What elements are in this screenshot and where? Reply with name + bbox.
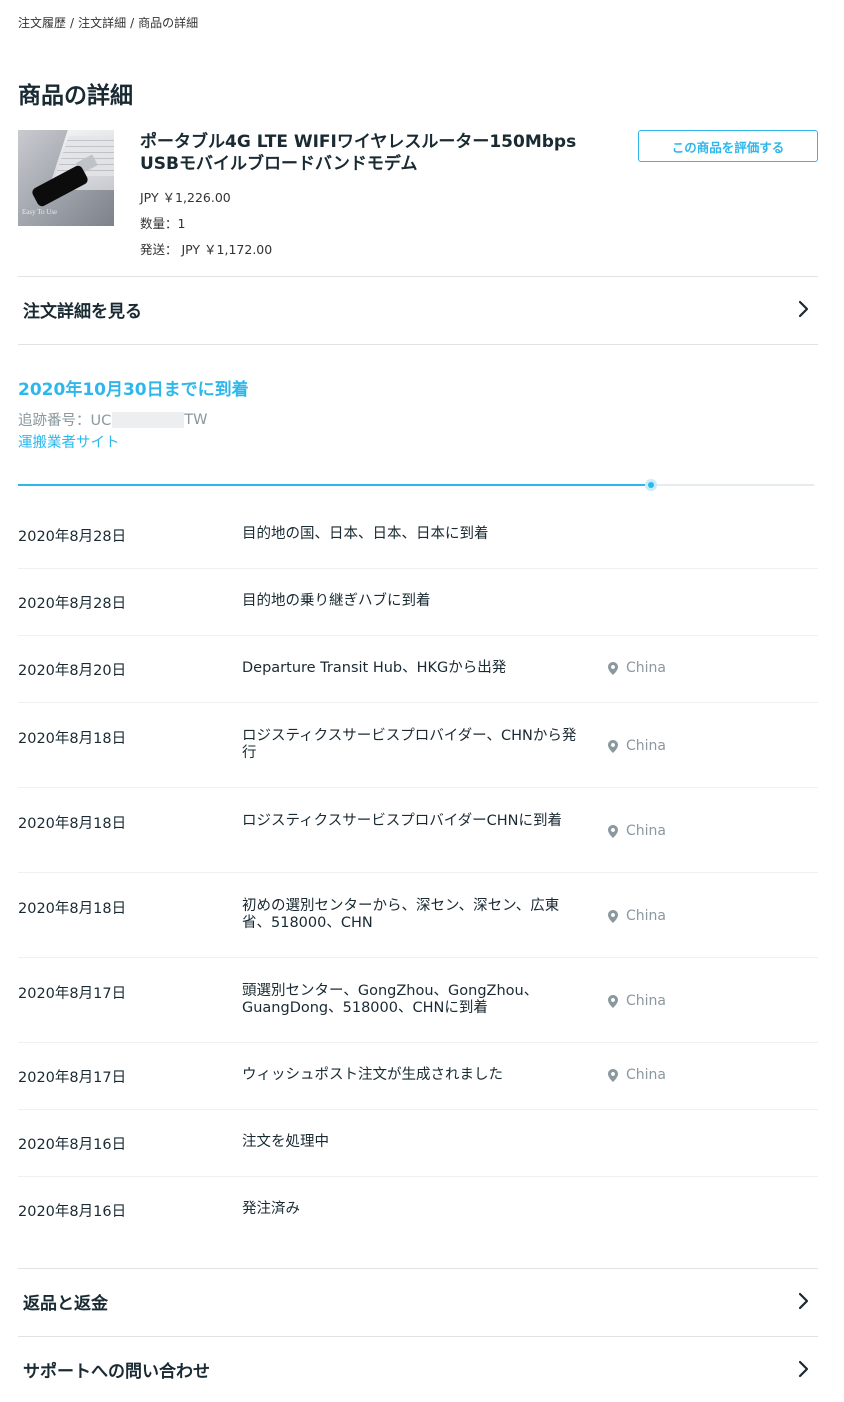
tracking-event-row: 2020年8月16日 注文を処理中 — [18, 1110, 818, 1177]
tracking-event-location-label: China — [626, 1067, 666, 1083]
tracking-number-prefix: 追跡番号：UC — [18, 413, 112, 429]
breadcrumb-order-history[interactable]: 注文履歴 — [18, 16, 66, 30]
shipping-progress-marker — [645, 479, 657, 491]
tracking-event-description: ウィッシュポスト注文が生成されました — [242, 1067, 503, 1083]
tracking-event-location-label: China — [626, 660, 666, 676]
breadcrumb-separator: / — [130, 16, 135, 30]
carrier-site-link[interactable]: 運搬業者サイト — [18, 431, 120, 452]
location-pin-icon — [608, 994, 618, 1008]
product-price: JPY ￥1,226.00 — [140, 190, 231, 205]
breadcrumb-order-details[interactable]: 注文詳細 — [78, 16, 126, 30]
tracking-event-location: China — [608, 993, 666, 1009]
tracking-number-masked — [112, 411, 185, 428]
tracking-event-location: China — [608, 823, 666, 839]
tracking-event-description: 目的地の国、日本、日本、日本に到着 — [242, 526, 489, 542]
location-pin-icon — [608, 824, 618, 838]
tracking-event-date: 2020年8月18日 — [18, 901, 127, 917]
returns-refunds-link[interactable]: 返品と返金 — [18, 1269, 818, 1333]
tracking-event-location: China — [608, 908, 666, 924]
tracking-event-description: 頭選別センター、GongZhou、GongZhou、GuangDong、5180… — [242, 983, 539, 1016]
product-title[interactable]: ポータブル4G LTE WIFIワイヤレスルーター150Mbps USBモバイル… — [140, 131, 620, 175]
tracking-event-description: ロジスティクスサービスプロバイダーCHNに到着 — [242, 813, 562, 829]
shipping-progress-bar — [18, 479, 814, 491]
tracking-event-location-label: China — [626, 738, 666, 754]
view-order-details-label: 注文詳細を見る — [23, 301, 142, 322]
tracking-event-row: 2020年8月20日 Departure Transit Hub、HKGから出発 C… — [18, 636, 818, 703]
tracking-event-row: 2020年8月18日 ロジスティクスサービスプロバイダー、CHNから発行 China — [18, 703, 818, 788]
tracking-number-suffix: TW — [184, 411, 208, 428]
location-pin-icon — [608, 661, 618, 675]
tracking-event-date: 2020年8月18日 — [18, 816, 127, 832]
product-quantity: 数量：1 — [140, 216, 186, 231]
tracking-event-location-label: China — [626, 993, 666, 1009]
tracking-event-row: 2020年8月18日 初めの選別センターから、深セン、深セン、広東省、518000… — [18, 873, 818, 958]
tracking-event-description: 目的地の乗り継ぎハブに到着 — [242, 593, 431, 609]
tracking-event-date: 2020年8月16日 — [18, 1204, 127, 1220]
chevron-right-icon — [798, 1360, 809, 1378]
tracking-event-date: 2020年8月28日 — [18, 529, 127, 545]
breadcrumb: 注文履歴 / 注文詳細 / 商品の詳細 — [18, 14, 198, 31]
product-image[interactable]: Easy To Use — [18, 130, 114, 226]
contact-support-link[interactable]: サポートへの問い合わせ — [18, 1337, 818, 1401]
breadcrumb-separator: / — [70, 16, 75, 30]
tracking-event-location: China — [608, 1067, 666, 1083]
tracking-event-location-label: China — [626, 823, 666, 839]
returns-refunds-label: 返品と返金 — [23, 1293, 108, 1314]
tracking-event-row: 2020年8月17日 頭選別センター、GongZhou、GongZhou、Guan… — [18, 958, 818, 1043]
tracking-event-row: 2020年8月28日 目的地の国、日本、日本、日本に到着 — [18, 502, 818, 569]
tracking-event-description: 発注済み — [242, 1201, 300, 1217]
tracking-event-date: 2020年8月20日 — [18, 663, 127, 679]
tracking-event-row: 2020年8月16日 発注済み — [18, 1177, 818, 1244]
chevron-right-icon — [798, 300, 809, 318]
tracking-event-description: 注文を処理中 — [242, 1134, 329, 1150]
divider — [18, 344, 818, 345]
page-title: 商品の詳細 — [18, 83, 133, 109]
tracking-event-date: 2020年8月17日 — [18, 1070, 127, 1086]
tracking-event-location-label: China — [626, 908, 666, 924]
chevron-right-icon — [798, 1292, 809, 1310]
tracking-event-row: 2020年8月18日 ロジスティクスサービスプロバイダーCHNに到着 China — [18, 788, 818, 873]
tracking-event-row: 2020年8月17日 ウィッシュポスト注文が生成されました China — [18, 1043, 818, 1110]
tracking-event-date: 2020年8月28日 — [18, 596, 127, 612]
tracking-event-description: Departure Transit Hub、HKGから出発 — [242, 660, 507, 676]
location-pin-icon — [608, 1068, 618, 1082]
tracking-event-date: 2020年8月18日 — [18, 731, 127, 747]
contact-support-label: サポートへの問い合わせ — [23, 1361, 210, 1382]
rate-product-button[interactable]: この商品を評価する — [638, 130, 818, 162]
tracking-number: 追跡番号：UC TW — [18, 409, 207, 430]
view-order-details-link[interactable]: 注文詳細を見る — [18, 277, 818, 341]
product-image-watermark: Easy To Use — [22, 208, 58, 216]
tracking-event-date: 2020年8月17日 — [18, 986, 127, 1002]
tracking-event-location: China — [608, 738, 666, 754]
product-shipping: 発送： JPY ￥1,172.00 — [140, 242, 273, 257]
tracking-event-description: 初めの選別センターから、深セン、深セン、広東省、518000、CHN — [242, 898, 560, 931]
breadcrumb-current: 商品の詳細 — [138, 16, 199, 30]
tracking-event-location: China — [608, 660, 666, 676]
location-pin-icon — [608, 739, 618, 753]
tracking-event-description: ロジスティクスサービスプロバイダー、CHNから発行 — [242, 728, 577, 761]
tracking-event-row: 2020年8月28日 目的地の乗り継ぎハブに到着 — [18, 569, 818, 636]
location-pin-icon — [608, 909, 618, 923]
shipping-progress-fill — [18, 484, 651, 486]
tracking-event-date: 2020年8月16日 — [18, 1137, 127, 1153]
delivery-estimate: 2020年10月30日までに到着 — [18, 380, 249, 400]
